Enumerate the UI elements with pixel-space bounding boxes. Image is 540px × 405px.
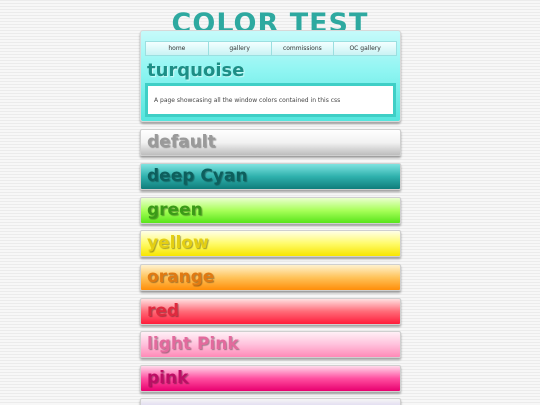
swatch-yellow: yellow: [140, 230, 401, 257]
swatch-red: red: [140, 298, 401, 325]
nav-home-link[interactable]: home: [146, 42, 209, 55]
nav-bar: home gallery commissions OC gallery: [145, 41, 397, 56]
description-box: A page showcasing all the window colors …: [145, 83, 396, 117]
turquoise-window: home gallery commissions OC gallery turq…: [140, 30, 401, 122]
swatch-orange: orange: [140, 264, 401, 291]
swatch-partial: [140, 398, 401, 405]
swatch-default: default: [140, 129, 401, 156]
site-title: COLOR TEST: [171, 8, 369, 32]
swatch-pink: pink: [140, 365, 401, 392]
content-column: home gallery commissions OC gallery turq…: [140, 30, 401, 405]
window-heading: turquoise: [147, 60, 245, 81]
description-text: A page showcasing all the window colors …: [154, 97, 341, 104]
nav-gallery-link[interactable]: gallery: [209, 42, 272, 55]
swatch-deep-cyan: deep Cyan: [140, 163, 401, 190]
swatch-green: green: [140, 197, 401, 224]
nav-oc-gallery-link[interactable]: OC gallery: [334, 42, 396, 55]
nav-commissions-link[interactable]: commissions: [272, 42, 335, 55]
swatch-light-pink: light Pink: [140, 331, 401, 358]
